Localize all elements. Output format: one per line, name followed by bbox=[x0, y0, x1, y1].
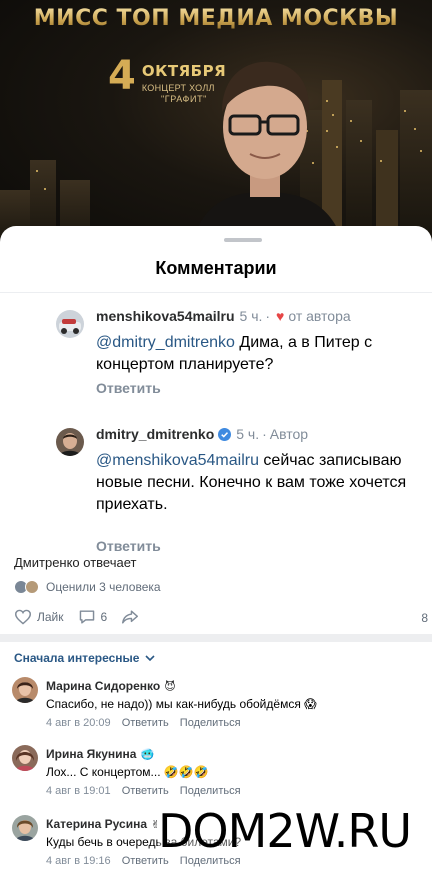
share-button[interactable] bbox=[121, 609, 144, 625]
avatar-image bbox=[12, 815, 38, 841]
heart-icon: ♥ bbox=[276, 308, 285, 324]
thread-comment: dmitry_dmitrenko 5 ч. · Автор @menshikov… bbox=[56, 426, 422, 554]
reactor-avatar bbox=[25, 580, 39, 594]
avatar[interactable] bbox=[56, 310, 84, 338]
reactions-text: Оценили 3 человека bbox=[46, 580, 161, 594]
commenter-name[interactable]: Катерина Русина ✌ bbox=[46, 817, 160, 831]
comment-header: menshikova54mailru 5 ч. · ♥ от автора bbox=[96, 308, 351, 324]
reply-button[interactable]: Ответить bbox=[96, 538, 161, 554]
sheet-title: Комментарии bbox=[155, 258, 277, 278]
comment-date: 4 авг в 19:01 bbox=[46, 785, 111, 797]
comment-date: 4 авг в 19:16 bbox=[46, 855, 111, 867]
share-icon bbox=[122, 610, 139, 624]
commenter-name-text: Ирина Якунина bbox=[46, 747, 137, 761]
reply-button[interactable]: Ответить bbox=[96, 380, 161, 396]
comment-meta: 4 авг в 19:01 Ответить Поделиться bbox=[46, 785, 241, 797]
avatar[interactable] bbox=[12, 677, 38, 703]
share-button[interactable]: Поделиться bbox=[180, 785, 241, 797]
verified-icon bbox=[218, 427, 232, 441]
story-poster: МИСС ТОП МЕДИА МОСКВЫ 4 ОКТЯБРЯ КОНЦЕРТ … bbox=[0, 0, 432, 250]
like-label: Лайк bbox=[37, 610, 64, 624]
author-name[interactable]: dmitry_dmitrenko bbox=[96, 426, 214, 442]
comment-text: Спасибо, не надо)) мы как-нибудь обойдём… bbox=[46, 697, 317, 711]
avatar[interactable] bbox=[12, 745, 38, 771]
mention-link[interactable]: @menshikova54mailru bbox=[96, 452, 259, 469]
post-caption: Дмитренко отвечает bbox=[14, 555, 137, 570]
avatar-image bbox=[56, 428, 84, 456]
author-name[interactable]: menshikova54mailru bbox=[96, 308, 235, 324]
comment-header: dmitry_dmitrenko 5 ч. · Автор bbox=[96, 426, 308, 442]
author-label: Автор bbox=[269, 426, 309, 442]
commenter-name-text: Марина Сидоренко bbox=[46, 679, 161, 693]
list-item: Марина Сидоренко 😈 Спасибо, не надо)) мы … bbox=[12, 677, 432, 735]
commenter-name[interactable]: Ирина Якунина 🥶 bbox=[46, 747, 154, 761]
thread-comment: menshikova54mailru 5 ч. · ♥ от автора @d… bbox=[56, 308, 422, 398]
reactions-summary[interactable]: Оценили 3 человека bbox=[14, 580, 161, 594]
commenter-name-text: Катерина Русина bbox=[46, 817, 148, 831]
event-day: 4 bbox=[108, 53, 136, 99]
comment-icon bbox=[79, 610, 94, 624]
comment-time: 5 ч. bbox=[239, 308, 263, 324]
views-count: 8 bbox=[421, 611, 428, 625]
share-button[interactable]: Поделиться bbox=[180, 717, 241, 729]
mention-link[interactable]: @dmitry_dmitrenko bbox=[96, 334, 235, 351]
section-divider bbox=[0, 634, 432, 642]
comment-text: Лох... С концертом... 🤣🤣🤣 bbox=[46, 765, 209, 779]
comment-text: @menshikova54mailru сейчас записываю нов… bbox=[96, 450, 432, 516]
like-button[interactable]: Лайк bbox=[14, 609, 64, 625]
avatar-image bbox=[12, 677, 38, 703]
comments-sort-dropdown[interactable]: Сначала интересные bbox=[14, 651, 156, 665]
commenter-name[interactable]: Марина Сидоренко 😈 bbox=[46, 679, 176, 693]
meta-separator: · bbox=[262, 426, 267, 442]
comment-time: 5 ч. bbox=[236, 426, 260, 442]
meta-separator: · bbox=[265, 308, 271, 324]
comments-count: 6 bbox=[100, 610, 108, 624]
status-emoji: 🥶 bbox=[140, 749, 155, 761]
status-emoji: 😈 bbox=[164, 681, 176, 693]
watermark: DOM2W.RU bbox=[158, 804, 412, 858]
sort-label: Сначала интересные bbox=[14, 651, 140, 665]
comments-button[interactable]: 6 bbox=[78, 609, 108, 625]
reply-button[interactable]: Ответить bbox=[122, 717, 169, 729]
avatar[interactable] bbox=[56, 428, 84, 456]
sheet-divider bbox=[0, 292, 432, 293]
sheet-grabber[interactable] bbox=[224, 238, 262, 242]
avatar-image bbox=[56, 310, 84, 338]
poster-title: МИСС ТОП МЕДИА МОСКВЫ bbox=[0, 6, 432, 31]
reply-button[interactable]: Ответить bbox=[122, 785, 169, 797]
chevron-down-icon bbox=[145, 654, 156, 661]
author-liked-label: от автора bbox=[288, 308, 351, 324]
avatar[interactable] bbox=[12, 815, 38, 841]
comment-meta: 4 авг в 20:09 Ответить Поделиться bbox=[46, 717, 241, 729]
heart-outline-icon bbox=[14, 609, 32, 625]
avatar-image bbox=[12, 745, 38, 771]
post-actions: Лайк 6 bbox=[14, 606, 432, 628]
comment-text: @dmitry_dmitrenko Дима, а в Питер с конц… bbox=[96, 332, 432, 376]
singer-portrait bbox=[190, 61, 345, 250]
list-item: Ирина Якунина 🥶 Лох... С концертом... 🤣🤣🤣… bbox=[12, 745, 432, 803]
comment-date: 4 авг в 20:09 bbox=[46, 717, 111, 729]
